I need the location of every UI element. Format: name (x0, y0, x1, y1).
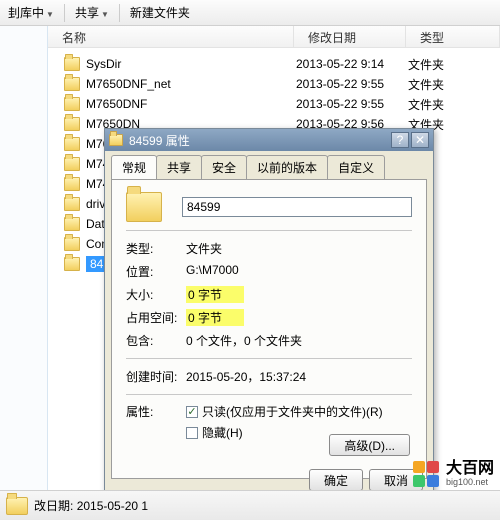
watermark-logo (412, 460, 440, 488)
folder-icon (64, 57, 80, 71)
advanced-button[interactable]: 高级(D)... (329, 434, 410, 456)
ok-button[interactable]: 确定 (309, 469, 363, 491)
label-created: 创建时间: (126, 368, 186, 385)
hidden-checkbox[interactable] (186, 427, 198, 439)
toolbar: 刲库中▼ 共享▼ 新建文件夹 (0, 0, 500, 26)
folder-icon (6, 497, 28, 515)
close-button[interactable]: ✕ (411, 132, 429, 148)
table-row[interactable]: M7650DNF 2013-05-22 9:55文件夹 (48, 94, 500, 114)
col-type[interactable]: 类型 (406, 26, 500, 47)
folder-icon (64, 97, 80, 111)
properties-dialog: 84599 属性 ? ✕ 常规 共享 安全 以前的版本 自定义 类型:文件夹 位… (104, 128, 434, 498)
label-type: 类型: (126, 240, 186, 257)
folder-name-input[interactable] (182, 197, 412, 217)
dialog-title: 84599 属性 (129, 132, 190, 149)
navigation-pane[interactable] (0, 26, 48, 490)
col-date[interactable]: 修改日期 (294, 26, 406, 47)
folder-icon (64, 77, 80, 91)
file-date: 2013-05-22 9:55 (294, 77, 406, 91)
label-contains: 包含: (126, 332, 186, 349)
share-menu[interactable]: 共享▼ (71, 4, 113, 21)
col-name[interactable]: 名称 (48, 26, 294, 47)
file-name: SysDir (86, 57, 121, 71)
folder-icon (64, 177, 80, 191)
titlebar[interactable]: 84599 属性 ? ✕ (105, 129, 433, 151)
folder-icon (64, 197, 80, 211)
hidden-label: 隐藏(H) (202, 424, 243, 441)
status-date-value: 2015-05-20 1 (77, 499, 148, 513)
column-headers[interactable]: 名称 修改日期 类型 (48, 26, 500, 48)
table-row[interactable]: SysDir 2013-05-22 9:14文件夹 (48, 54, 500, 74)
file-date: 2013-05-22 9:14 (294, 57, 406, 71)
label-size: 大小: (126, 286, 186, 303)
folder-icon (64, 217, 80, 231)
label-location: 位置: (126, 263, 186, 280)
file-type: 文件夹 (406, 56, 500, 73)
folder-icon (109, 134, 123, 146)
folder-icon (64, 137, 80, 151)
file-name: M7650DNF (86, 97, 147, 111)
value-type: 文件夹 (186, 240, 412, 257)
watermark-url: big100.net (446, 478, 494, 488)
folder-icon (64, 157, 80, 171)
folder-icon (126, 192, 162, 222)
tab-general[interactable]: 常规 (111, 155, 157, 179)
tab-previous-versions[interactable]: 以前的版本 (246, 155, 328, 179)
chevron-down-icon: ▼ (46, 10, 54, 19)
include-in-library[interactable]: 刲库中▼ (4, 4, 58, 21)
help-button[interactable]: ? (391, 132, 409, 148)
chevron-down-icon: ▼ (101, 10, 109, 19)
tab-strip: 常规 共享 安全 以前的版本 自定义 (105, 151, 433, 179)
readonly-checkbox[interactable]: ✓ (186, 406, 198, 418)
file-type: 文件夹 (406, 76, 500, 93)
value-contains: 0 个文件，0 个文件夹 (186, 332, 412, 349)
tab-share[interactable]: 共享 (156, 155, 202, 179)
watermark: 大百网 big100.net (412, 460, 494, 488)
tab-custom[interactable]: 自定义 (327, 155, 385, 179)
tab-body-general: 类型:文件夹 位置:G:\M7000 大小:0 字节 占用空间:0 字节 包含:… (111, 179, 427, 479)
value-size: 0 字节 (186, 286, 244, 303)
value-created: 2015-05-20，15:37:24 (186, 368, 412, 385)
value-location: G:\M7000 (186, 263, 412, 280)
file-name: M7650DNF_net (86, 77, 171, 91)
status-date-label: 改日期: (34, 497, 73, 514)
table-row[interactable]: M7650DNF_net 2013-05-22 9:55文件夹 (48, 74, 500, 94)
file-date: 2013-05-22 9:55 (294, 97, 406, 111)
value-size-on-disk: 0 字节 (186, 309, 244, 326)
label-size-on-disk: 占用空间: (126, 309, 186, 326)
watermark-title: 大百网 (446, 460, 494, 478)
folder-icon (64, 117, 80, 131)
folder-icon (64, 257, 80, 271)
status-bar: 改日期: 2015-05-20 1 (0, 490, 500, 520)
readonly-label: 只读(仅应用于文件夹中的文件)(R) (202, 403, 383, 420)
folder-icon (64, 237, 80, 251)
label-attributes: 属性: (126, 403, 186, 420)
new-folder-button[interactable]: 新建文件夹 (126, 4, 194, 21)
tab-security[interactable]: 安全 (201, 155, 247, 179)
file-type: 文件夹 (406, 96, 500, 113)
